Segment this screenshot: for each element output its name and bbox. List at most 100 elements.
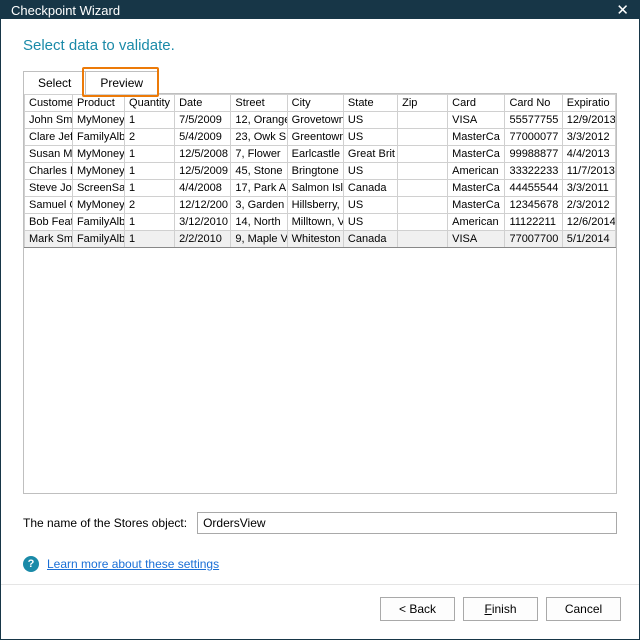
stores-label: The name of the Stores object: (23, 516, 187, 530)
cell-quantity: 1 (125, 214, 175, 231)
cell-exp: 12/9/2013 (562, 112, 615, 129)
cell-date: 4/4/2008 (175, 180, 231, 197)
cell-exp: 2/3/2012 (562, 197, 615, 214)
cell-zip (398, 197, 448, 214)
table-row[interactable]: Charles DeMyMoney112/5/200945, StoneBrin… (25, 163, 616, 180)
cell-exp: 5/1/2014 (562, 231, 615, 248)
cell-card: MasterCa (448, 180, 505, 197)
cell-custome: Mark Smit (25, 231, 73, 248)
close-icon[interactable]: ✕ (616, 1, 629, 19)
cell-cardno: 77000077 (505, 129, 562, 146)
cell-zip (398, 214, 448, 231)
table-row[interactable]: Samuel ClMyMoney212/12/2003, GardenHills… (25, 197, 616, 214)
cancel-button[interactable]: Cancel (546, 597, 621, 621)
window-title: Checkpoint Wizard (11, 3, 120, 18)
cell-date: 5/4/2009 (175, 129, 231, 146)
preview-grid[interactable]: CustomeProductQuantityDateStreetCityStat… (23, 94, 617, 494)
button-row: < Back Finish Cancel (1, 584, 639, 639)
cell-custome: Clare Jeff (25, 129, 73, 146)
column-header-state[interactable]: State (343, 95, 397, 112)
help-icon[interactable]: ? (23, 556, 39, 572)
finish-button[interactable]: Finish (463, 597, 538, 621)
page-title: Select data to validate. (23, 37, 617, 54)
stores-row: The name of the Stores object: (23, 512, 617, 534)
cell-product: FamilyAlbu (72, 231, 124, 248)
column-header-date[interactable]: Date (175, 95, 231, 112)
table-row[interactable]: Susan McMyMoney112/5/20087, FlowerEarlca… (25, 146, 616, 163)
cell-card: American (448, 163, 505, 180)
cell-quantity: 1 (125, 146, 175, 163)
cell-custome: Charles De (25, 163, 73, 180)
cell-city: Grovetown (287, 112, 343, 129)
cell-street: 3, Garden (231, 197, 287, 214)
checkpoint-wizard-window: Checkpoint Wizard ✕ Select data to valid… (0, 0, 640, 640)
cell-quantity: 1 (125, 231, 175, 248)
cell-cardno: 55577755 (505, 112, 562, 129)
cell-product: MyMoney (72, 197, 124, 214)
cell-street: 9, Maple V (231, 231, 287, 248)
cell-card: MasterCa (448, 129, 505, 146)
column-header-quantity[interactable]: Quantity (125, 95, 175, 112)
cell-custome: Susan Mc (25, 146, 73, 163)
cell-state: US (343, 112, 397, 129)
cell-product: ScreenSav (72, 180, 124, 197)
column-header-product[interactable]: Product (72, 95, 124, 112)
cell-quantity: 2 (125, 197, 175, 214)
table-row[interactable]: John SmithMyMoney17/5/200912, OrangeGrov… (25, 112, 616, 129)
column-header-zip[interactable]: Zip (398, 95, 448, 112)
cell-quantity: 1 (125, 112, 175, 129)
tab-preview[interactable]: Preview (85, 71, 158, 94)
cell-quantity: 1 (125, 180, 175, 197)
table-row[interactable]: Steve JohScreenSav14/4/200817, Park ASal… (25, 180, 616, 197)
column-header-custome[interactable]: Custome (25, 95, 73, 112)
cell-zip (398, 129, 448, 146)
cell-zip (398, 112, 448, 129)
cell-zip (398, 163, 448, 180)
cell-state: US (343, 129, 397, 146)
cell-quantity: 1 (125, 163, 175, 180)
stores-object-input[interactable] (197, 512, 617, 534)
back-button[interactable]: < Back (380, 597, 455, 621)
cell-date: 12/5/2008 (175, 146, 231, 163)
table-row[interactable]: Mark SmitFamilyAlbu12/2/20109, Maple VWh… (25, 231, 616, 248)
cell-date: 3/12/2010 (175, 214, 231, 231)
cell-product: MyMoney (72, 146, 124, 163)
cell-state: Canada (343, 180, 397, 197)
column-header-street[interactable]: Street (231, 95, 287, 112)
cell-cardno: 99988877 (505, 146, 562, 163)
cell-exp: 3/3/2012 (562, 129, 615, 146)
table-header-row: CustomeProductQuantityDateStreetCityStat… (25, 95, 616, 112)
cell-custome: Bob Feath (25, 214, 73, 231)
cell-city: Greentown (287, 129, 343, 146)
cell-street: 23, Owk S (231, 129, 287, 146)
cell-card: VISA (448, 231, 505, 248)
cell-card: American (448, 214, 505, 231)
cell-street: 14, North (231, 214, 287, 231)
tab-select[interactable]: Select (23, 71, 86, 94)
column-header-exp[interactable]: Expiratio (562, 95, 615, 112)
wizard-body: Select data to validate. Select Preview … (1, 19, 639, 576)
column-header-cardno[interactable]: Card No (505, 95, 562, 112)
cell-cardno: 44455544 (505, 180, 562, 197)
table-row[interactable]: Clare JeffFamilyAlbu25/4/200923, Owk SGr… (25, 129, 616, 146)
cell-card: MasterCa (448, 146, 505, 163)
cell-city: Earlcastle (287, 146, 343, 163)
cell-state: US (343, 197, 397, 214)
learn-more-link[interactable]: Learn more about these settings (47, 557, 219, 571)
cell-city: Salmon Isl (287, 180, 343, 197)
cell-card: MasterCa (448, 197, 505, 214)
cell-street: 12, Orange (231, 112, 287, 129)
cell-state: Canada (343, 231, 397, 248)
column-header-card[interactable]: Card (448, 95, 505, 112)
column-header-city[interactable]: City (287, 95, 343, 112)
cell-quantity: 2 (125, 129, 175, 146)
cell-product: MyMoney (72, 163, 124, 180)
cell-custome: Steve Joh (25, 180, 73, 197)
cell-zip (398, 146, 448, 163)
cell-state: Great Brit (343, 146, 397, 163)
cell-date: 12/12/200 (175, 197, 231, 214)
cell-cardno: 11122211 (505, 214, 562, 231)
table-row[interactable]: Bob FeathFamilyAlbu13/12/201014, NorthMi… (25, 214, 616, 231)
tabs-container: Select Preview CustomeProductQuantityDat… (23, 70, 617, 494)
cell-city: Hillsberry, (287, 197, 343, 214)
